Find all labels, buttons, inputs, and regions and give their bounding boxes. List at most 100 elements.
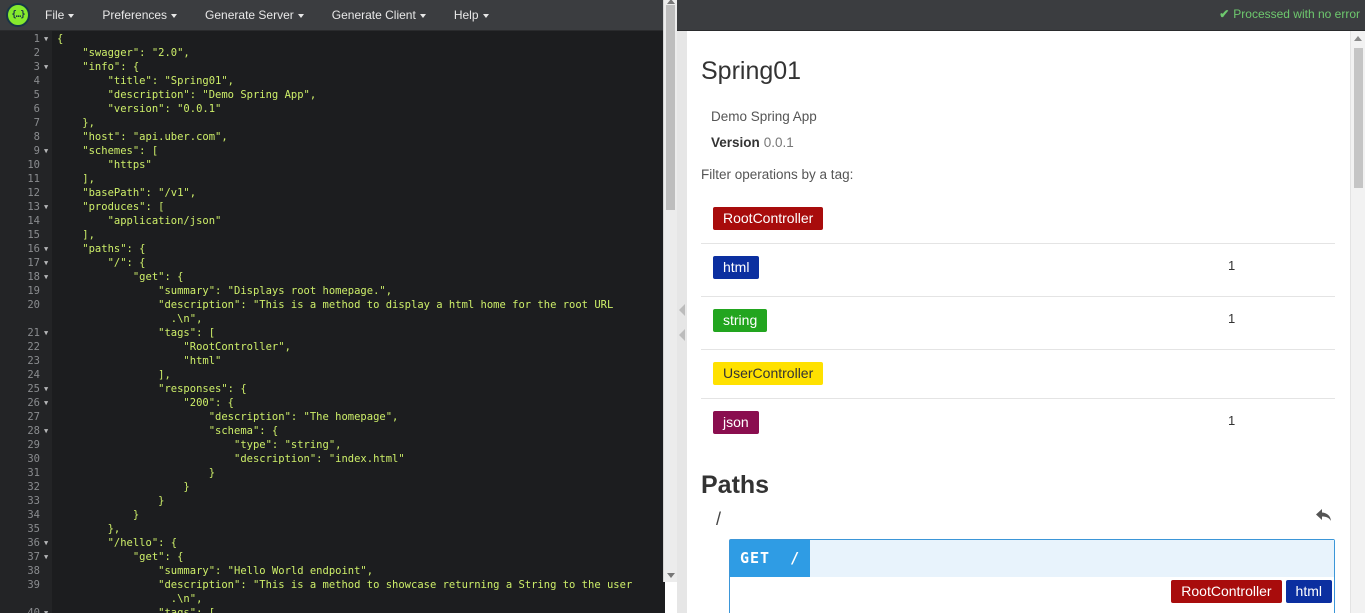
code-line[interactable]: 28 ▼ "schema": { — [0, 424, 665, 438]
code-line[interactable]: 22 "RootController", — [0, 340, 665, 354]
collapse-left-icon[interactable] — [679, 304, 685, 316]
reply-arrow-icon[interactable] — [1315, 506, 1333, 524]
fold-toggle-icon[interactable]: ▼ — [44, 242, 48, 256]
collapse-right-icon[interactable] — [679, 329, 685, 341]
fold-toggle-icon[interactable]: ▼ — [44, 396, 48, 410]
fold-toggle-icon[interactable]: ▼ — [44, 382, 48, 396]
fold-toggle-icon[interactable]: ▼ — [44, 326, 48, 340]
code-line[interactable]: 16 ▼ "paths": { — [0, 242, 665, 256]
editor-lines: 1 ▼{2 "swagger": "2.0", 3 ▼ "info": {4 "tit… — [0, 32, 665, 613]
code-line[interactable]: 38 "summary": "Hello World endpoint", — [0, 564, 665, 578]
code-text: .\n", — [57, 313, 203, 325]
fold-toggle-icon[interactable]: ▼ — [44, 270, 48, 284]
code-editor[interactable]: 1 ▼{2 "swagger": "2.0", 3 ▼ "info": {4 "tit… — [0, 31, 665, 613]
code-line[interactable]: 17 ▼ "/": { — [0, 256, 665, 270]
tag-json[interactable]: json — [713, 411, 759, 434]
menu-help-label: Help — [453, 8, 479, 22]
tag-usercontroller[interactable]: UserController — [713, 362, 824, 385]
pane-splitter[interactable] — [677, 31, 687, 613]
code-line[interactable]: 1 ▼ { — [0, 32, 665, 46]
code-text: "paths": { — [57, 243, 146, 255]
code-line[interactable]: 27 "description": "The homepage", — [0, 410, 665, 424]
fold-toggle-icon[interactable]: ▼ — [44, 536, 48, 550]
menu-preferences[interactable]: Preferences — [102, 0, 178, 31]
code-line[interactable]: 20 "description": "This is a method to d… — [0, 298, 665, 312]
code-line[interactable]: 14 "application/json" — [0, 214, 665, 228]
code-line[interactable]: 33 } — [0, 494, 665, 508]
code-text: }, — [57, 523, 121, 535]
operation-method-path[interactable]: GET / — [730, 540, 811, 577]
tag-count: 1 — [1228, 258, 1236, 273]
code-line[interactable]: 5 "description": "Demo Spring App", — [0, 88, 665, 102]
tag-string[interactable]: string — [713, 309, 768, 332]
code-line[interactable]: 39 "description": "This is a method to s… — [0, 578, 665, 592]
code-line[interactable]: 23 "html" — [0, 354, 665, 368]
code-line[interactable]: 10 "https" — [0, 158, 665, 172]
api-version-value: 0.0.1 — [763, 135, 794, 150]
tag-html[interactable]: html — [713, 256, 760, 279]
code-line[interactable]: 37 ▼ "get": { — [0, 550, 665, 564]
code-line[interactable]: 2 "swagger": "2.0", — [0, 46, 665, 60]
fold-toggle-icon[interactable]: ▼ — [44, 606, 48, 613]
fold-toggle-icon[interactable]: ▼ — [44, 60, 48, 74]
code-line[interactable]: 24 ], — [0, 368, 665, 382]
fold-toggle-icon[interactable]: ▼ — [44, 256, 48, 270]
swagger-logo-icon[interactable]: {…} — [6, 3, 30, 27]
editor-scrollbar[interactable] — [663, 0, 677, 582]
scroll-up-icon[interactable] — [667, 0, 675, 4]
preview-scroll-thumb[interactable] — [1354, 48, 1363, 188]
code-line[interactable]: 21 ▼ "tags": [ — [0, 326, 665, 340]
tag-count: 1 — [1228, 413, 1236, 428]
line-number: 10 — [27, 159, 40, 171]
code-line[interactable]: 3 ▼ "info": { — [0, 60, 665, 74]
editor-scroll-thumb[interactable] — [666, 5, 675, 210]
operation-tag-rootcontroller[interactable]: RootController — [1171, 580, 1282, 603]
fold-toggle-icon[interactable]: ▼ — [44, 550, 48, 564]
fold-toggle-icon[interactable]: ▼ — [44, 200, 48, 214]
code-line[interactable]: 31 } — [0, 466, 665, 480]
code-line[interactable]: 34 } — [0, 508, 665, 522]
menu-file[interactable]: File — [45, 0, 75, 31]
code-line[interactable]: 13 ▼ "produces": [ — [0, 200, 665, 214]
line-number: 13 — [27, 201, 40, 213]
operation-tag-html[interactable]: html — [1285, 580, 1332, 603]
preview-scrollbar[interactable] — [1350, 31, 1365, 613]
code-line[interactable]: 25 ▼ "responses": { — [0, 382, 665, 396]
code-line[interactable]: 15 ], — [0, 228, 665, 242]
code-line[interactable]: 30 "description": "index.html" — [0, 452, 665, 466]
code-line[interactable]: 35 }, — [0, 522, 665, 536]
code-line[interactable]: 7 }, — [0, 116, 665, 130]
code-line[interactable]: 9 ▼ "schemes": [ — [0, 144, 665, 158]
tag-rootcontroller[interactable]: RootController — [713, 207, 824, 230]
code-line[interactable]: 8 "host": "api.uber.com", — [0, 130, 665, 144]
code-line[interactable]: .\n", — [0, 312, 665, 326]
menu-generate-server[interactable]: Generate Server — [205, 0, 304, 31]
menu-generate-client[interactable]: Generate Client — [332, 0, 426, 31]
code-line[interactable]: 36 ▼ "/hello": { — [0, 536, 665, 550]
menu-help[interactable]: Help — [454, 0, 489, 31]
code-line[interactable]: .\n", — [0, 592, 665, 606]
scroll-down-icon[interactable] — [667, 573, 675, 578]
code-text: "description": "The homepage", — [57, 411, 399, 423]
code-line[interactable]: 4 "title": "Spring01", — [0, 74, 665, 88]
operation-header[interactable]: GET / — [730, 540, 1334, 577]
code-line[interactable]: 40 ▼ "tags": [ — [0, 606, 665, 613]
code-line[interactable]: 26 ▼ "200": { — [0, 396, 665, 410]
scroll-up-icon[interactable] — [1354, 36, 1362, 41]
fold-toggle-icon[interactable]: ▼ — [44, 32, 48, 46]
fold-toggle-icon[interactable]: ▼ — [44, 424, 48, 438]
line-number: 12 — [27, 187, 40, 199]
tag-row: UserController — [701, 350, 1335, 399]
code-line[interactable]: 6 "version": "0.0.1" — [0, 102, 665, 116]
api-description: Demo Spring App — [711, 109, 817, 124]
code-line[interactable]: 18 ▼ "get": { — [0, 270, 665, 284]
fold-toggle-icon[interactable]: ▼ — [44, 144, 48, 158]
code-line[interactable]: 12 "basePath": "/v1", — [0, 186, 665, 200]
chevron-down-icon — [171, 13, 178, 18]
code-line[interactable]: 32 } — [0, 480, 665, 494]
code-line[interactable]: 11 ], — [0, 172, 665, 186]
api-version: Version 0.0.1 — [711, 135, 794, 150]
line-number: 20 — [27, 299, 40, 311]
code-line[interactable]: 19 "summary": "Displays root homepage.", — [0, 284, 665, 298]
code-line[interactable]: 29 "type": "string", — [0, 438, 665, 452]
